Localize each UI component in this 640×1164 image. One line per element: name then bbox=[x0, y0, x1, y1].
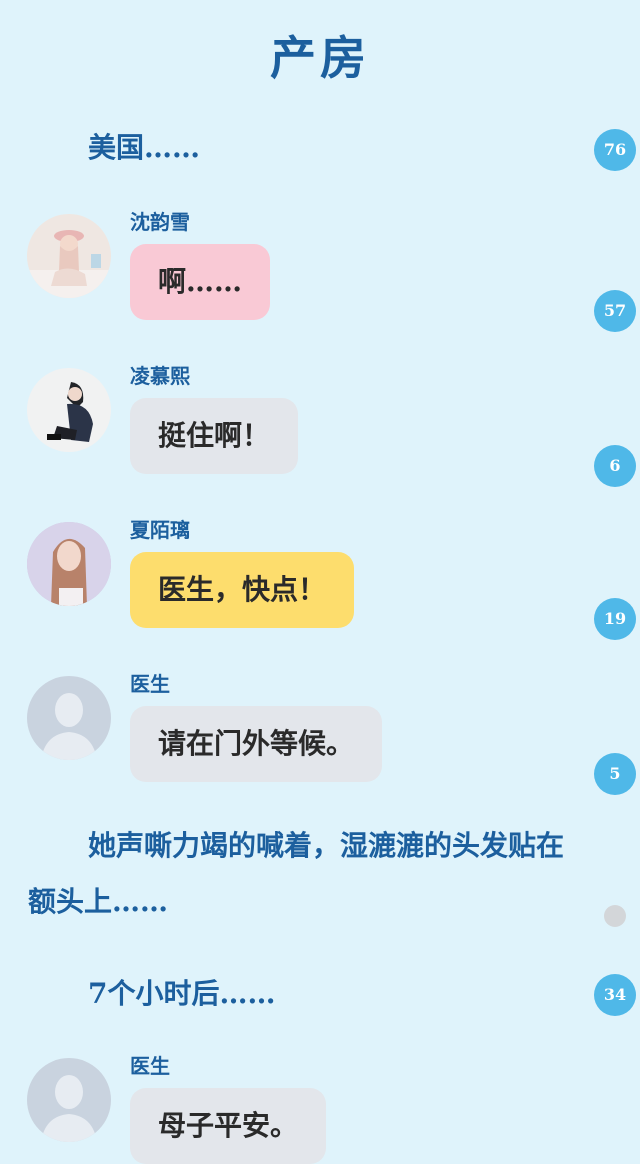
comment-count-badge[interactable]: 76 bbox=[594, 129, 636, 171]
avatar[interactable] bbox=[27, 1058, 111, 1142]
comment-count-badge[interactable]: 19 bbox=[594, 598, 636, 640]
narration-paragraph: 她声嘶力竭的喊着，湿漉漉的头发贴在额头上…… bbox=[28, 829, 565, 918]
girl-avatar-icon bbox=[27, 214, 111, 298]
page-title: 产房 bbox=[270, 31, 370, 85]
message-bubble: 请在门外等候。 bbox=[130, 706, 383, 782]
default-user-avatar-icon bbox=[27, 676, 111, 760]
avatar[interactable] bbox=[27, 368, 111, 452]
message-bubble: 医生，快点！ bbox=[130, 552, 355, 628]
sender-name: 医生 bbox=[130, 1054, 170, 1078]
message-bubble: 挺住啊！ bbox=[130, 398, 299, 474]
narration-line: 7个小时后…… bbox=[88, 977, 276, 1010]
comment-count-badge[interactable]: 57 bbox=[594, 290, 636, 332]
avatar[interactable] bbox=[27, 522, 111, 606]
comment-indicator-dot[interactable] bbox=[604, 905, 626, 927]
avatar[interactable] bbox=[27, 676, 111, 760]
default-user-avatar-icon bbox=[27, 1058, 111, 1142]
girl-avatar-icon bbox=[27, 522, 111, 606]
message-bubble: 啊…… bbox=[130, 244, 271, 320]
avatar[interactable] bbox=[27, 214, 111, 298]
sender-name: 医生 bbox=[130, 672, 170, 696]
comment-count-badge[interactable]: 5 bbox=[594, 753, 636, 795]
narration-line: 美国…… bbox=[88, 131, 201, 164]
message-bubble: 母子平安。 bbox=[130, 1088, 327, 1164]
comment-count-badge[interactable]: 34 bbox=[594, 974, 636, 1016]
sender-name: 沈韵雪 bbox=[130, 210, 190, 234]
sender-name: 夏陌璃 bbox=[130, 518, 190, 542]
comment-count-badge[interactable]: 6 bbox=[594, 445, 636, 487]
girl-avatar-icon bbox=[27, 368, 111, 452]
sender-name: 凌慕熙 bbox=[130, 364, 190, 388]
